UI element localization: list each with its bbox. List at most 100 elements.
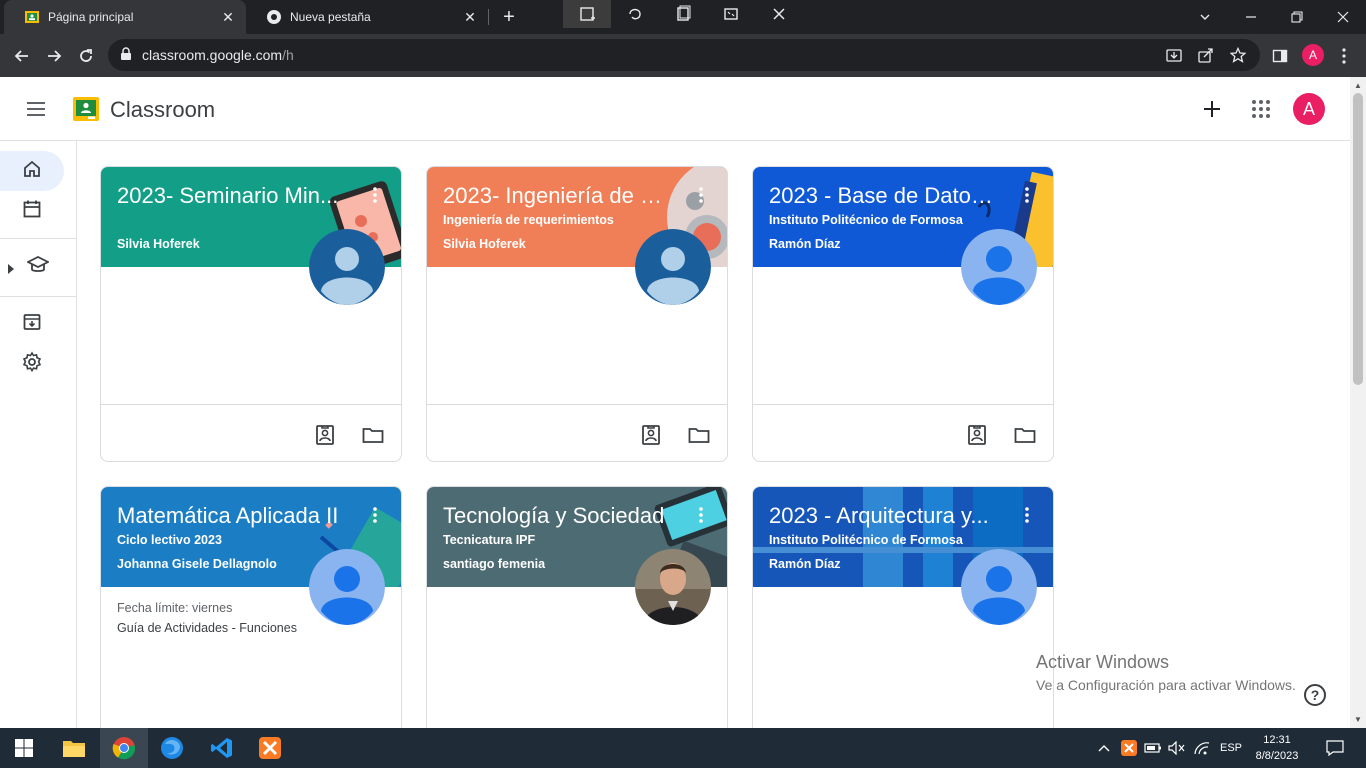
close-window-icon[interactable] <box>1320 0 1366 34</box>
rail-item-calendar[interactable] <box>0 191 64 231</box>
vscode-icon[interactable] <box>198 728 246 768</box>
class-title[interactable]: 2023 - Arquitectura y... <box>769 503 997 529</box>
class-card-base-de-datos[interactable]: 2023 - Base de Datos II Instituto Polité… <box>752 166 1054 462</box>
teacher-name[interactable]: Silvia Hoferek <box>443 237 526 251</box>
back-arrow-icon[interactable] <box>10 44 34 68</box>
chrome-taskbar-icon[interactable] <box>100 728 148 768</box>
teacher-avatar-default-icon <box>961 229 1037 305</box>
close-snip-icon[interactable] <box>755 0 803 28</box>
class-section: Instituto Politécnico de Formosa <box>769 533 963 547</box>
scroll-down-arrow-icon[interactable]: ▼ <box>1354 715 1362 724</box>
rail-divider <box>0 238 77 239</box>
install-app-icon[interactable] <box>1166 47 1182 63</box>
assignment-link[interactable]: Guía de Actividades - Funciones <box>117 621 297 635</box>
class-title[interactable]: Matemática Aplicada II <box>117 503 345 529</box>
taskbar-clock[interactable]: 12:31 8/8/2023 <box>1252 732 1302 764</box>
firefox-icon[interactable] <box>148 728 196 768</box>
rail-item-settings[interactable] <box>0 344 64 384</box>
drive-folder-icon[interactable] <box>361 423 385 447</box>
address-bar[interactable]: classroom.google.com/h <box>108 39 1260 71</box>
class-card-tecnologia[interactable]: Tecnología y Sociedad Tecnicatura IPF sa… <box>426 486 728 728</box>
app-brand[interactable]: Classroom <box>110 97 215 123</box>
teacher-name[interactable]: santiago femenia <box>443 557 545 571</box>
card-footer <box>427 404 727 461</box>
class-card-ingenieria[interactable]: 2023- Ingeniería de S... Ingeniería de r… <box>426 166 728 462</box>
language-indicator[interactable]: ESP <box>1216 728 1246 768</box>
share-icon[interactable] <box>1198 47 1214 63</box>
restore-icon[interactable] <box>1274 0 1320 34</box>
page-scrollbar[interactable]: ▲ ▼ <box>1350 77 1366 728</box>
account-avatar[interactable]: A <box>1293 93 1325 125</box>
card-options-kebab-icon[interactable] <box>363 503 387 527</box>
help-icon[interactable]: ? <box>1304 684 1326 706</box>
teacher-name[interactable]: Ramón Díaz <box>769 557 841 571</box>
class-card-matematica[interactable]: Matemática Aplicada II Ciclo lectivo 202… <box>100 486 402 728</box>
tray-xampp-icon[interactable] <box>1118 728 1140 768</box>
rail-item-home[interactable] <box>0 151 64 191</box>
card-options-kebab-icon[interactable] <box>689 183 713 207</box>
battery-icon[interactable] <box>1142 728 1164 768</box>
class-section: Instituto Politécnico de Formosa <box>769 213 963 227</box>
scrollbar-thumb[interactable] <box>1353 93 1363 385</box>
rect-snip-icon[interactable] <box>563 0 611 28</box>
bookmark-star-icon[interactable] <box>1229 46 1247 63</box>
close-icon[interactable]: ✕ <box>462 9 478 25</box>
xampp-icon[interactable] <box>246 728 294 768</box>
google-apps-grid-icon[interactable] <box>1249 97 1273 121</box>
browser-tab-bar: Página principal ✕ Nueva pestaña ✕ + <box>0 0 1366 34</box>
class-title[interactable]: 2023 - Base de Datos II <box>769 183 997 209</box>
card-options-kebab-icon[interactable] <box>1015 183 1039 207</box>
class-cards-grid: 2023- Seminario Min... Silvia Hoferek 20… <box>77 141 1350 728</box>
class-card-seminario[interactable]: 2023- Seminario Min... Silvia Hoferek <box>100 166 402 462</box>
kebab-menu-icon[interactable] <box>1332 44 1356 68</box>
classroom-logo-icon[interactable] <box>73 97 99 121</box>
start-windows-icon[interactable] <box>0 728 48 768</box>
volume-muted-icon[interactable] <box>1166 728 1188 768</box>
drive-folder-icon[interactable] <box>1013 423 1037 447</box>
class-title[interactable]: 2023- Seminario Min... <box>117 183 345 209</box>
close-icon[interactable]: ✕ <box>220 9 236 25</box>
snipping-toolbar <box>563 0 803 28</box>
expand-caret-icon <box>8 261 14 279</box>
card-options-kebab-icon[interactable] <box>1015 503 1039 527</box>
rail-item-enrolled[interactable] <box>0 247 64 287</box>
teacher-name[interactable]: Silvia Hoferek <box>117 237 200 251</box>
rail-item-archived[interactable] <box>0 304 64 344</box>
notifications-icon[interactable] <box>1320 728 1350 768</box>
teacher-name[interactable]: Johanna Gisele Dellagnolo <box>117 557 277 571</box>
calendar-icon <box>22 199 42 224</box>
student-work-icon[interactable] <box>313 423 337 447</box>
hamburger-menu-icon[interactable] <box>24 97 48 121</box>
scroll-up-arrow-icon[interactable]: ▲ <box>1354 81 1362 90</box>
side-panel-icon[interactable] <box>1268 44 1292 68</box>
lock-icon[interactable] <box>120 47 132 66</box>
tab-pagina-principal[interactable]: Página principal ✕ <box>4 0 246 34</box>
fullscreen-snip-icon[interactable] <box>707 0 755 28</box>
tray-chevron-up-icon[interactable] <box>1094 728 1114 768</box>
wifi-icon[interactable] <box>1190 728 1214 768</box>
student-work-icon[interactable] <box>965 423 989 447</box>
url-text: classroom.google.com/h <box>142 47 294 63</box>
card-options-kebab-icon[interactable] <box>689 503 713 527</box>
card-options-kebab-icon[interactable] <box>363 183 387 207</box>
minimize-icon[interactable] <box>1228 0 1274 34</box>
class-card-arquitectura[interactable]: 2023 - Arquitectura y... Instituto Polit… <box>752 486 1054 728</box>
forward-arrow-icon[interactable] <box>42 44 66 68</box>
tab-nueva-pestana[interactable]: Nueva pestaña ✕ <box>246 0 488 34</box>
window-snip-icon[interactable] <box>659 0 707 28</box>
class-title[interactable]: 2023- Ingeniería de S... <box>443 183 671 209</box>
add-class-plus-icon[interactable] <box>1200 97 1224 121</box>
class-title[interactable]: Tecnología y Sociedad <box>443 503 671 529</box>
browser-profile-avatar[interactable]: A <box>1302 44 1324 66</box>
tab-search-chevron-icon[interactable] <box>1182 0 1228 34</box>
drive-folder-icon[interactable] <box>687 423 711 447</box>
file-explorer-icon[interactable] <box>50 728 98 768</box>
student-work-icon[interactable] <box>639 423 663 447</box>
new-tab-button[interactable]: + <box>498 6 520 28</box>
teacher-name[interactable]: Ramón Díaz <box>769 237 841 251</box>
freeform-snip-icon[interactable] <box>611 0 659 28</box>
teacher-avatar-default-icon <box>309 229 385 305</box>
tab-separator <box>488 9 489 25</box>
class-section: Tecnicatura IPF <box>443 533 536 547</box>
reload-icon[interactable] <box>74 44 98 68</box>
